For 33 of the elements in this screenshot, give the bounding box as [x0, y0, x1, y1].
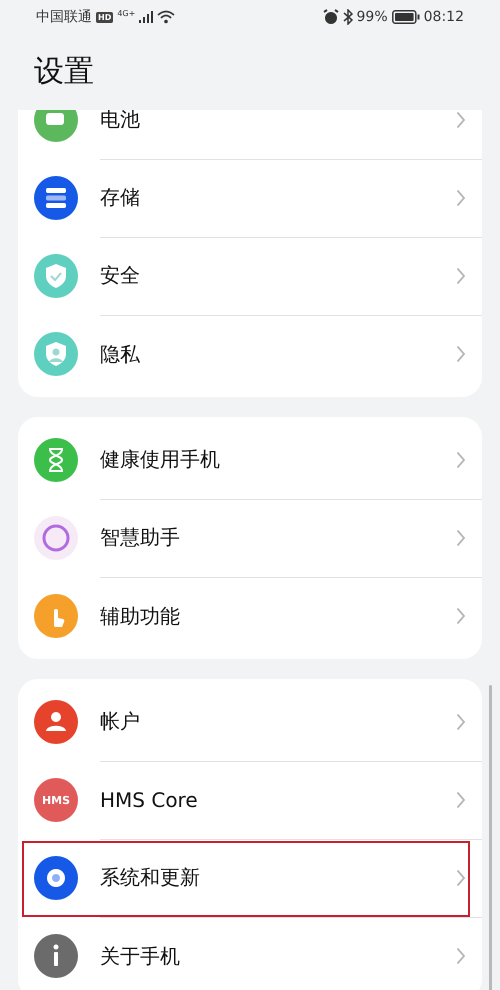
- settings-item[interactable]: 系统和更新: [18, 839, 482, 917]
- chevron-icon: [456, 345, 466, 363]
- battery-icon: [392, 10, 420, 24]
- chevron-icon: [456, 607, 466, 625]
- bluetooth-icon: [342, 9, 353, 25]
- wifi-icon: [157, 10, 176, 24]
- carrier-name: 中国联通: [36, 8, 92, 26]
- hd-badge: HD: [96, 12, 114, 22]
- clock-time: 08:12: [424, 9, 464, 25]
- hms-logo-icon: HMS: [34, 778, 78, 822]
- chevron-icon: [456, 450, 466, 468]
- chevron-icon: [456, 712, 466, 730]
- chevron-icon: [456, 266, 466, 284]
- network-type: 4G+: [117, 9, 136, 20]
- chevron-icon: [456, 188, 466, 206]
- settings-item[interactable]: HMS HMS Core: [18, 761, 482, 839]
- settings-item[interactable]: 辅助功能: [18, 577, 482, 655]
- settings-item[interactable]: 隐私: [18, 315, 482, 393]
- chevron-icon: [456, 110, 466, 128]
- alarm-icon: [322, 9, 339, 25]
- settings-item[interactable]: 帐户: [18, 683, 482, 761]
- chevron-icon: [456, 947, 466, 965]
- settings-item[interactable]: 存储: [18, 159, 482, 237]
- battery-percentage: 99%: [356, 9, 388, 25]
- settings-item[interactable]: 健康使用手机: [18, 421, 482, 499]
- signal-icon: [139, 11, 154, 23]
- settings-item[interactable]: 智慧助手: [18, 499, 482, 577]
- chevron-icon: [456, 528, 466, 546]
- settings-item[interactable]: 关于手机: [18, 917, 482, 990]
- settings-item[interactable]: 安全: [18, 237, 482, 315]
- chevron-icon: [456, 868, 466, 886]
- chevron-icon: [456, 790, 466, 808]
- page-title: 设置: [33, 52, 95, 90]
